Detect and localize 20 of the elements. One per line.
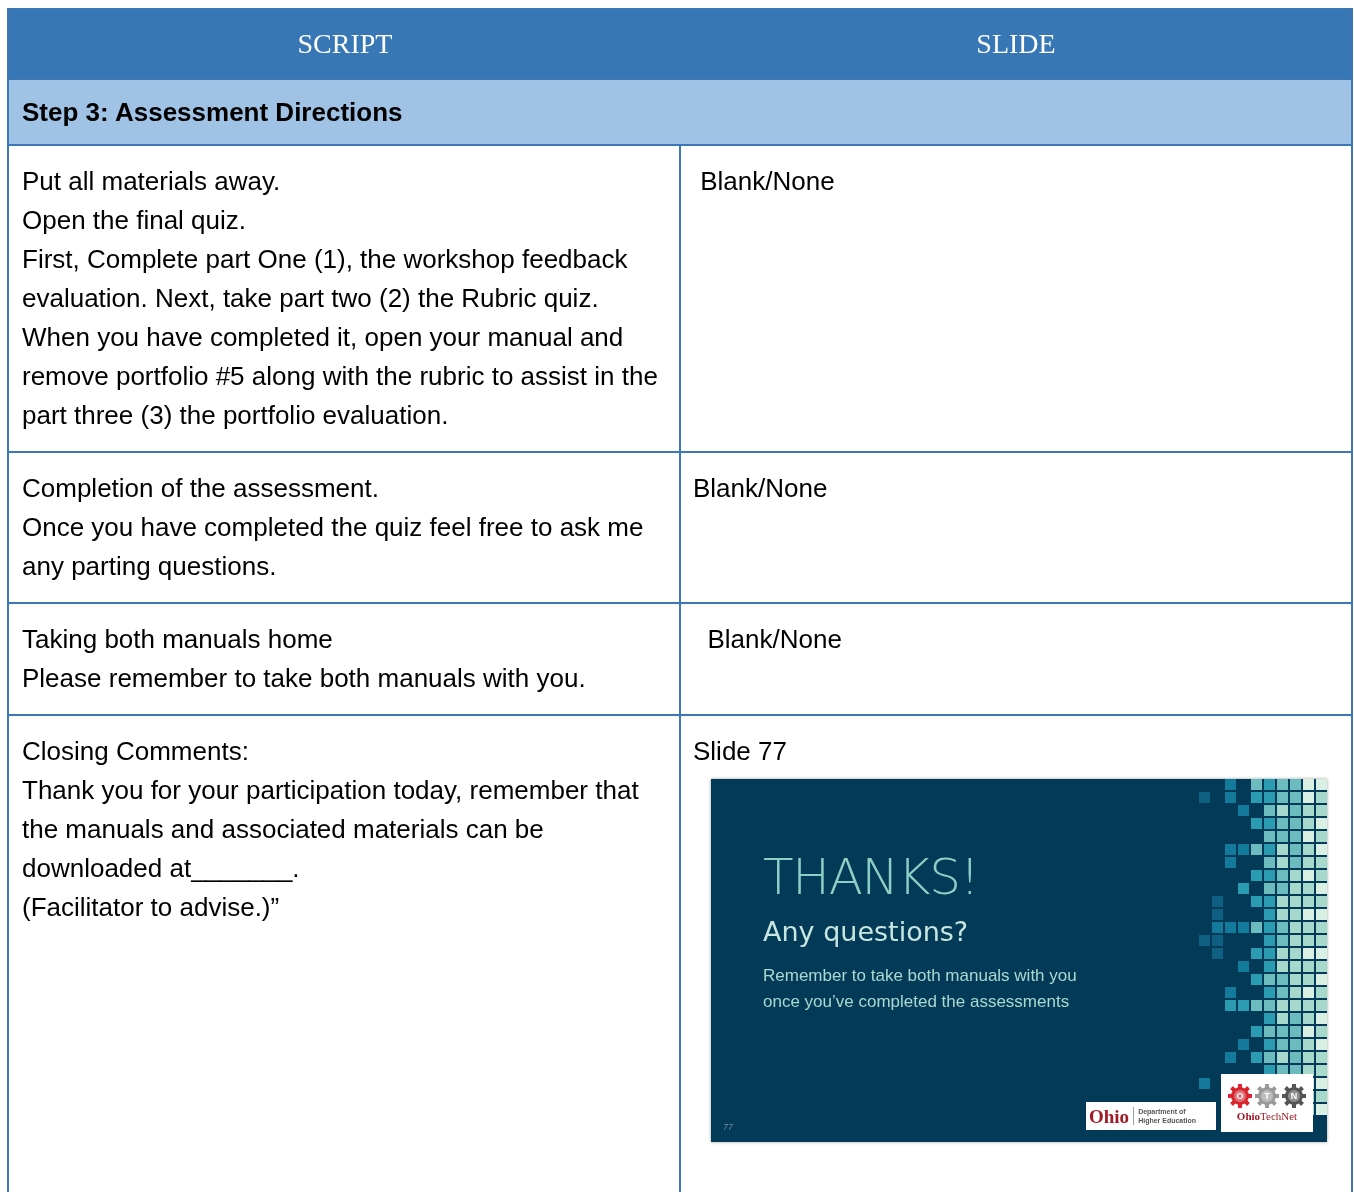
logo-text: OhioTechNet bbox=[1236, 1111, 1298, 1122]
slide-subtitle: Any questions? bbox=[763, 915, 970, 949]
slide-title: THANKS! bbox=[763, 847, 980, 907]
gear-icon: O bbox=[1228, 1084, 1252, 1108]
column-header: SCRIPT bbox=[296, 27, 394, 61]
section-header: Step 3: Assessment Directions bbox=[9, 78, 1351, 144]
slide-cell-text: Blank/None bbox=[706, 623, 843, 656]
script-cell: Put all materials away. Open the final quiz. First, Complete part One (1), the workshop feedback evaluation. Next, take part two (2) the Rubric quiz. When you have completed it, open your manual and remove portfolio #5 along with the rubric to assist in the part three (3) the portfolio evaluation. bbox=[9, 146, 681, 451]
logo-text: Ohio bbox=[1089, 1106, 1130, 1126]
script-cell: Closing Comments: Thank you for your participation today, remember that the manuals and associated materials can be downloaded at_______. (Facilitator to advise.)” bbox=[9, 716, 681, 1192]
slide-page-number: 77 bbox=[723, 1120, 733, 1134]
slide-cell-text: Blank/None bbox=[699, 165, 836, 198]
gear-icon: T bbox=[1255, 1084, 1279, 1108]
slide-body-text: Remember to take both manuals with you once you’ve completed the assessments bbox=[763, 965, 1078, 1013]
gear-icon: N bbox=[1282, 1084, 1306, 1108]
script-cell: Completion of the assessment. Once you have completed the quiz feel free to ask me any parting questions. bbox=[9, 453, 681, 602]
slide-cell-text: Slide 77 bbox=[693, 735, 788, 768]
slide-cell-text: Blank/None bbox=[693, 472, 829, 505]
column-header: SLIDE bbox=[975, 27, 1057, 61]
script-cell: Taking both manuals home Please remember to take both manuals with you. bbox=[9, 604, 681, 714]
